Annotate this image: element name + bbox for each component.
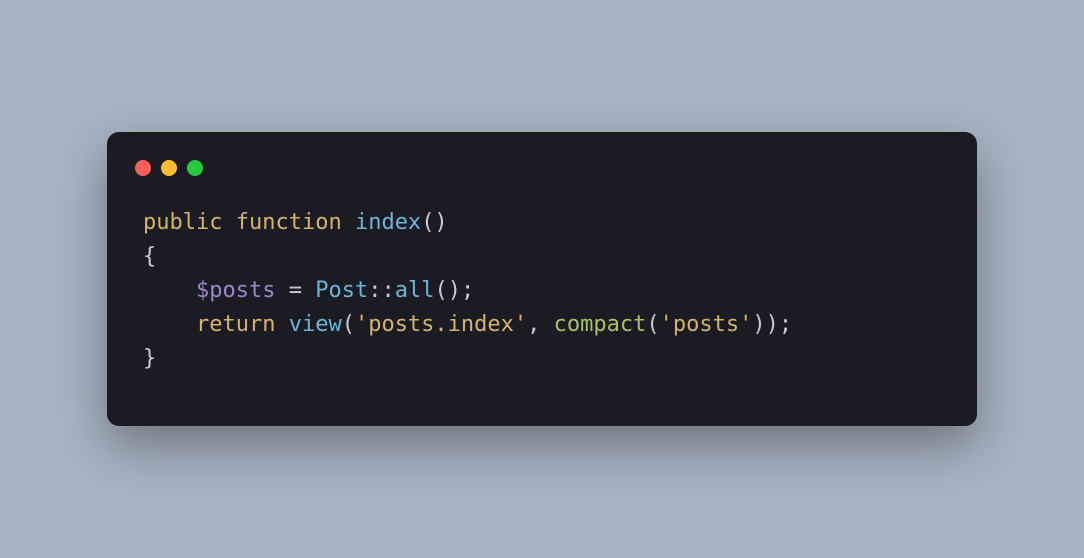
method-all: all [395, 278, 435, 303]
variable-posts: $posts [196, 278, 275, 303]
code-line-2: { [143, 244, 156, 269]
string-posts: 'posts' [660, 312, 753, 337]
open-paren: ( [342, 312, 355, 337]
keyword-public: public [143, 210, 222, 235]
scope-op: :: [368, 278, 395, 303]
space [275, 312, 288, 337]
close-icon[interactable] [135, 160, 151, 176]
class-post: Post [315, 278, 368, 303]
maximize-icon[interactable] [187, 160, 203, 176]
code-window: public function index() { $posts = Post:… [107, 132, 977, 426]
call-end: (); [434, 278, 474, 303]
comma: , [527, 312, 554, 337]
parens: () [421, 210, 448, 235]
keyword-return: return [196, 312, 275, 337]
code-line-3: $posts = Post::all(); [143, 278, 474, 303]
brace-open: { [143, 244, 156, 269]
code-line-4: return view('posts.index', compact('post… [143, 312, 792, 337]
indent [143, 274, 196, 308]
window-controls [107, 156, 977, 206]
string-posts-index: 'posts.index' [355, 312, 527, 337]
close-parens: )); [752, 312, 792, 337]
code-block: public function index() { $posts = Post:… [107, 206, 977, 376]
code-line-5: } [143, 346, 156, 371]
keyword-function: function [236, 210, 342, 235]
call-compact: compact [554, 312, 647, 337]
indent [143, 308, 196, 342]
open-paren-2: ( [646, 312, 659, 337]
minimize-icon[interactable] [161, 160, 177, 176]
brace-close: } [143, 346, 156, 371]
equals-op: = [275, 278, 315, 303]
code-line-1: public function index() [143, 210, 448, 235]
call-view: view [289, 312, 342, 337]
function-name: index [355, 210, 421, 235]
